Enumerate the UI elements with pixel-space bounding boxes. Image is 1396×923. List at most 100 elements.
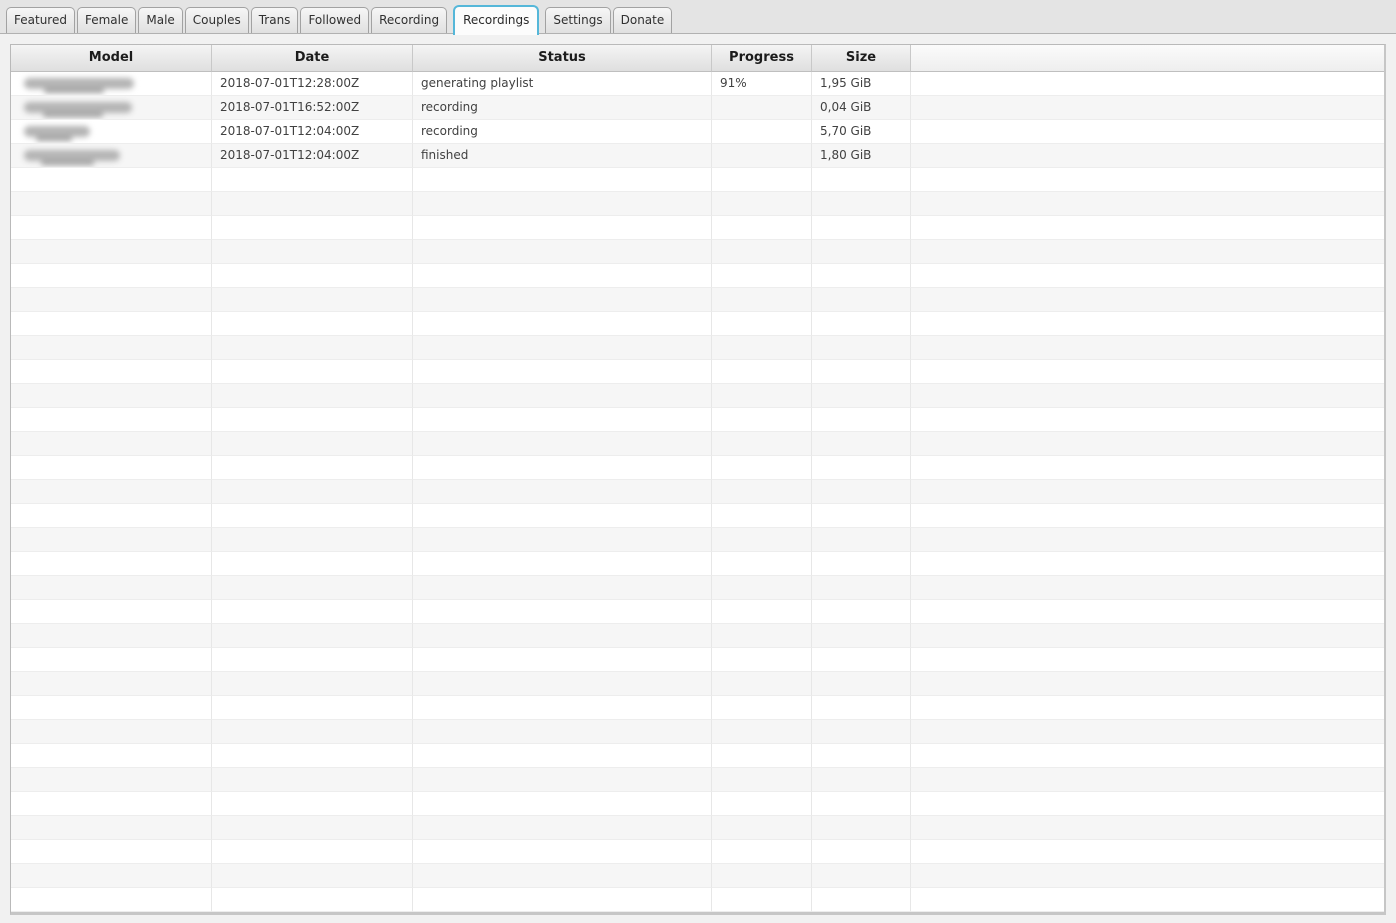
table-row[interactable] <box>11 168 1384 192</box>
tab-featured[interactable]: Featured <box>6 7 75 33</box>
table-row[interactable] <box>11 672 1384 696</box>
table-row[interactable]: 2018-07-01T16:52:00Z recording 0,04 GiB <box>11 96 1384 120</box>
cell-model <box>11 600 212 624</box>
cell-date <box>212 648 413 672</box>
tab-settings[interactable]: Settings <box>545 7 610 33</box>
tab-male[interactable]: Male <box>138 7 182 33</box>
column-header-filler <box>911 45 1384 72</box>
cell-progress <box>712 240 812 264</box>
cell-date: 2018-07-01T12:28:00Z <box>212 72 413 96</box>
cell-date <box>212 360 413 384</box>
table-row[interactable] <box>11 264 1384 288</box>
cell-date <box>212 312 413 336</box>
table-row[interactable] <box>11 408 1384 432</box>
table-row[interactable] <box>11 432 1384 456</box>
cell-size: 0,04 GiB <box>812 96 911 120</box>
censored-model-name <box>24 150 120 161</box>
cell-size: 5,70 GiB <box>812 120 911 144</box>
cell-size <box>812 552 911 576</box>
tab-trans[interactable]: Trans <box>251 7 299 33</box>
cell-status <box>413 600 712 624</box>
cell-model <box>11 336 212 360</box>
cell-model <box>11 552 212 576</box>
table-row[interactable] <box>11 840 1384 864</box>
cell-progress <box>712 504 812 528</box>
cell-model <box>11 408 212 432</box>
cell-size <box>812 480 911 504</box>
cell-filler <box>911 576 1384 600</box>
cell-progress: 91% <box>712 72 812 96</box>
table-row[interactable] <box>11 504 1384 528</box>
cell-size <box>812 240 911 264</box>
column-header-status[interactable]: Status <box>413 45 712 72</box>
table-row[interactable] <box>11 312 1384 336</box>
column-header-size[interactable]: Size <box>812 45 911 72</box>
cell-filler <box>911 432 1384 456</box>
cell-model <box>11 648 212 672</box>
table-row[interactable] <box>11 648 1384 672</box>
table-row[interactable] <box>11 696 1384 720</box>
table-row[interactable] <box>11 576 1384 600</box>
table-row[interactable] <box>11 552 1384 576</box>
table-row[interactable] <box>11 768 1384 792</box>
cell-size <box>812 864 911 888</box>
table-row[interactable] <box>11 720 1384 744</box>
cell-size <box>812 168 911 192</box>
column-header-progress[interactable]: Progress <box>712 45 812 72</box>
table-row[interactable] <box>11 360 1384 384</box>
table-row[interactable] <box>11 816 1384 840</box>
cell-date <box>212 816 413 840</box>
cell-filler <box>911 768 1384 792</box>
cell-status <box>413 216 712 240</box>
cell-date <box>212 696 413 720</box>
table-row[interactable] <box>11 192 1384 216</box>
table-row[interactable]: 2018-07-01T12:04:00Z recording 5,70 GiB <box>11 120 1384 144</box>
cell-progress <box>712 576 812 600</box>
recordings-table-body: 2018-07-01T12:28:00Z generating playlist… <box>11 72 1384 912</box>
tab-recording[interactable]: Recording <box>371 7 447 33</box>
cell-progress <box>712 720 812 744</box>
table-row[interactable] <box>11 792 1384 816</box>
table-row[interactable] <box>11 240 1384 264</box>
table-row[interactable] <box>11 600 1384 624</box>
cell-model <box>11 360 212 384</box>
table-row[interactable] <box>11 624 1384 648</box>
cell-status: recording <box>413 96 712 120</box>
table-row[interactable] <box>11 288 1384 312</box>
cell-progress <box>712 888 812 912</box>
cell-progress <box>712 312 812 336</box>
cell-status <box>413 696 712 720</box>
cell-model <box>11 528 212 552</box>
cell-progress <box>712 792 812 816</box>
table-row[interactable] <box>11 528 1384 552</box>
table-row[interactable] <box>11 384 1384 408</box>
table-row[interactable] <box>11 216 1384 240</box>
column-header-model[interactable]: Model <box>11 45 212 72</box>
column-header-date[interactable]: Date <box>212 45 413 72</box>
tab-female[interactable]: Female <box>77 7 136 33</box>
table-row[interactable] <box>11 864 1384 888</box>
cell-date <box>212 888 413 912</box>
table-row[interactable]: 2018-07-01T12:28:00Z generating playlist… <box>11 72 1384 96</box>
cell-date <box>212 504 413 528</box>
table-row[interactable] <box>11 744 1384 768</box>
cell-model <box>11 192 212 216</box>
cell-model <box>11 240 212 264</box>
table-row[interactable]: 2018-07-01T12:04:00Z finished 1,80 GiB <box>11 144 1384 168</box>
tab-followed[interactable]: Followed <box>300 7 369 33</box>
cell-model <box>11 888 212 912</box>
tab-couples[interactable]: Couples <box>185 7 249 33</box>
tab-donate[interactable]: Donate <box>613 7 673 33</box>
cell-date <box>212 192 413 216</box>
cell-model <box>11 456 212 480</box>
cell-status <box>413 432 712 456</box>
table-row[interactable] <box>11 336 1384 360</box>
table-row[interactable] <box>11 888 1384 912</box>
cell-filler <box>911 864 1384 888</box>
cell-progress <box>712 96 812 120</box>
tab-recordings[interactable]: Recordings <box>453 5 539 35</box>
table-row[interactable] <box>11 480 1384 504</box>
cell-progress <box>712 624 812 648</box>
table-row[interactable] <box>11 456 1384 480</box>
tab-bar: Featured Female Male Couples Trans Follo… <box>0 0 1396 34</box>
